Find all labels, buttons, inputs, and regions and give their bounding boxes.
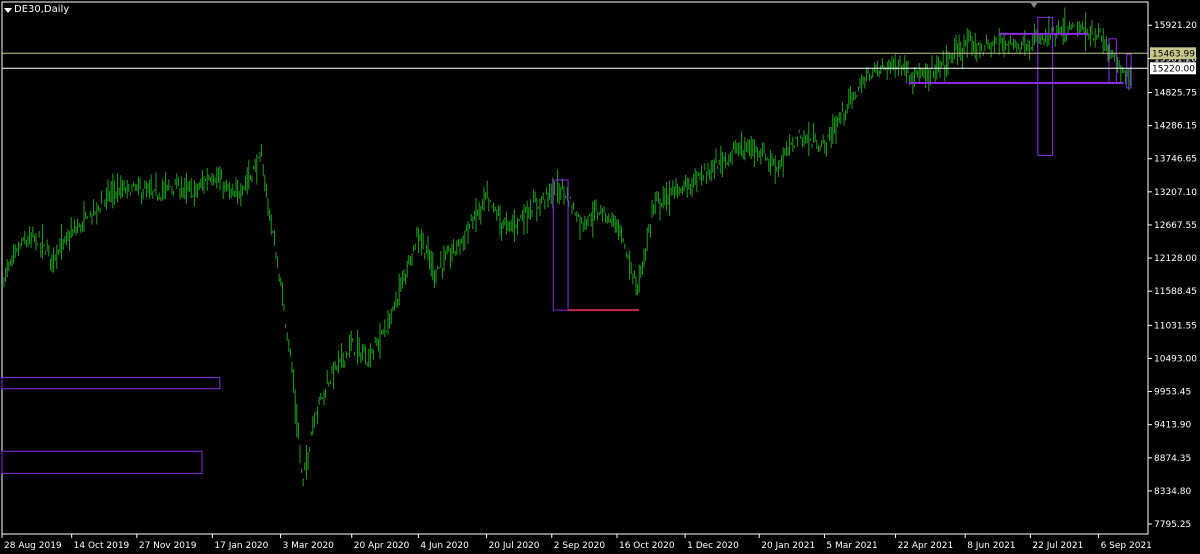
price-level-label: 15220.00 — [1152, 64, 1195, 74]
y-tick-label: 7795.25 — [1154, 520, 1191, 530]
y-tick-label: 9413.90 — [1154, 421, 1191, 431]
chart-window[interactable]: DE30,Daily 15921.20 15381.20 14825.75 14286… — [0, 0, 1200, 554]
plot-frame — [1, 1, 1149, 535]
y-tick-label: 8874.35 — [1154, 454, 1191, 464]
y-tick-label: 12667.55 — [1154, 221, 1197, 231]
x-tick-label: 28 Aug 2019 — [4, 541, 62, 551]
x-tick-label: 4 Jun 2020 — [420, 541, 469, 551]
x-tick-label: 16 Oct 2020 — [619, 541, 675, 551]
y-tick-label: 11031.55 — [1154, 321, 1197, 331]
x-tick-label: 20 Jan 2021 — [761, 541, 815, 551]
x-tick-label: 20 Apr 2020 — [354, 541, 410, 551]
y-tick-label: 14286.15 — [1154, 122, 1197, 132]
x-tick-label: 1 Dec 2020 — [687, 541, 739, 551]
annotation-rect — [1, 450, 203, 474]
chart-shift-icon[interactable] — [1030, 2, 1038, 8]
y-tick-label: 13746.65 — [1154, 155, 1197, 165]
x-tick-label: 2 Sep 2020 — [554, 541, 606, 551]
x-tick-label: 8 Jun 2021 — [967, 541, 1015, 551]
x-tick-label: 20 Jul 2020 — [489, 541, 540, 551]
y-tick-label: 15921.20 — [1154, 21, 1197, 31]
x-tick-label: 22 Jul 2021 — [1032, 541, 1083, 551]
x-tick-label: 14 Oct 2019 — [74, 541, 130, 551]
price-chart[interactable]: 15921.2015381.2014825.7514286.1513746.65… — [0, 0, 1200, 554]
y-tick-label: 10493.00 — [1154, 354, 1197, 364]
x-tick-label: 17 Jan 2020 — [214, 541, 268, 551]
x-tick-label: 22 Apr 2021 — [898, 541, 954, 551]
price-level-label: 15463.99 — [1152, 49, 1195, 59]
y-tick-label: 13207.10 — [1154, 188, 1197, 198]
y-tick-label: 8334.80 — [1154, 487, 1191, 497]
x-tick-label: 27 Nov 2019 — [139, 541, 197, 551]
y-tick-label: 9953.45 — [1154, 388, 1191, 398]
x-tick-label: 3 Mar 2020 — [283, 541, 335, 551]
annotation-rect — [1, 377, 221, 390]
x-tick-label: 5 Mar 2021 — [826, 541, 877, 551]
price-bars — [3, 7, 1131, 487]
y-tick-label: 11588.45 — [1154, 287, 1197, 297]
x-tick-label: 6 Sep 2021 — [1101, 541, 1152, 551]
y-tick-label: 12128.00 — [1154, 254, 1197, 264]
y-tick-label: 14825.75 — [1154, 88, 1197, 98]
